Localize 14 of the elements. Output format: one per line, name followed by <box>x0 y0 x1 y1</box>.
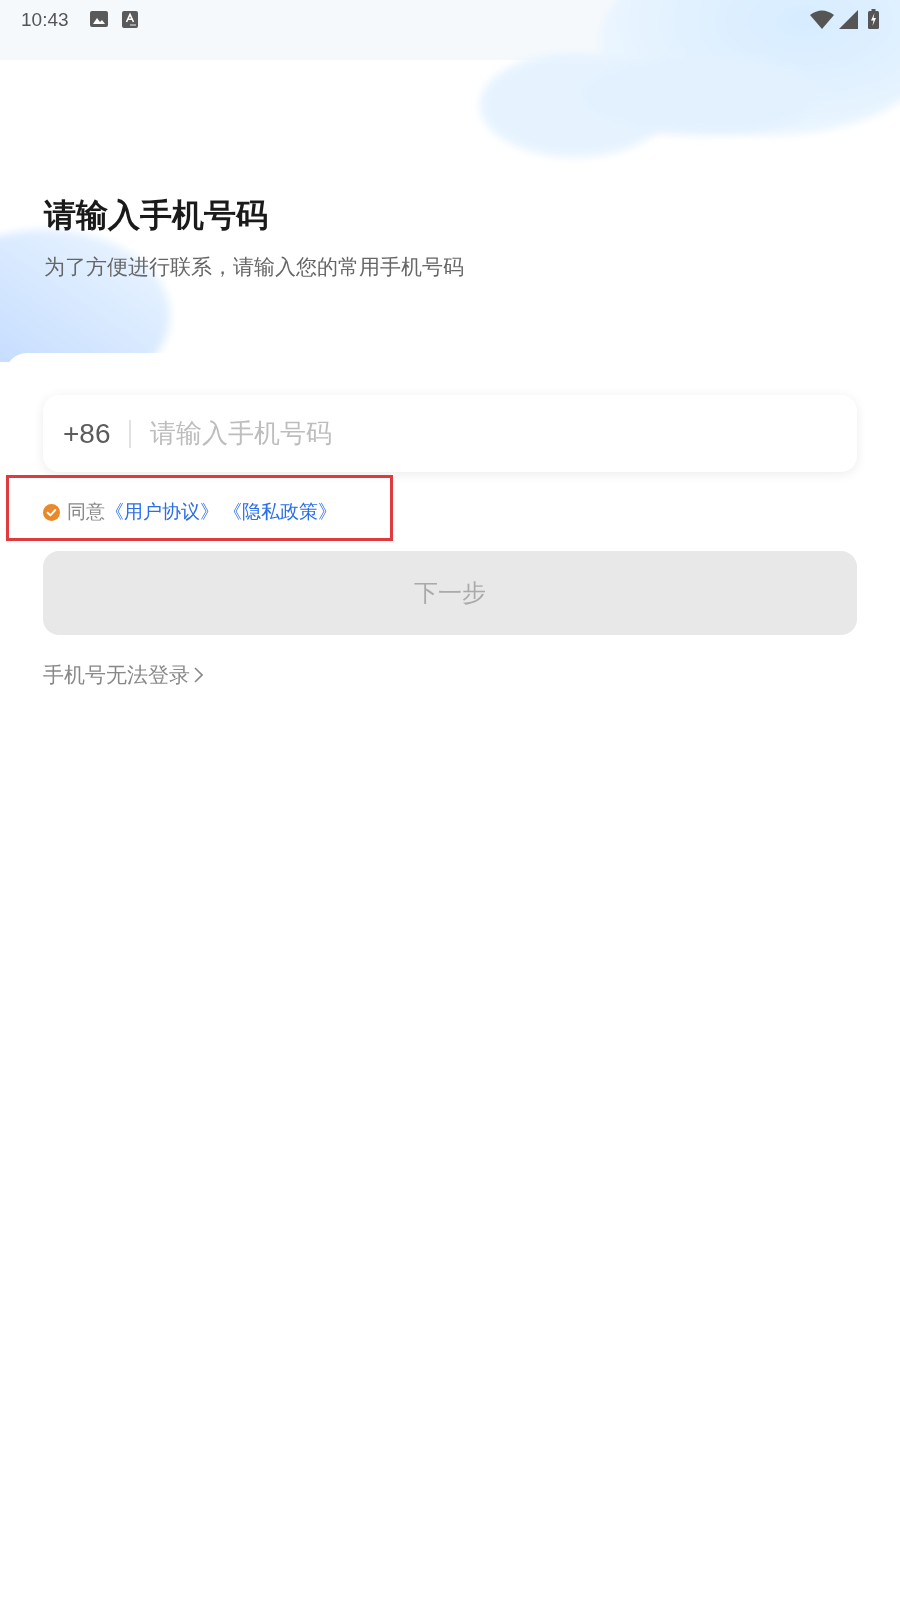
page-title: 请输入手机号码 <box>44 196 269 235</box>
agree-label: 同意 <box>67 500 105 524</box>
page-subtitle: 为了方便进行联系，请输入您的常用手机号码 <box>44 254 465 280</box>
agreement-link[interactable]: 《用户协议》 <box>105 500 219 524</box>
signal-icon <box>839 9 858 29</box>
chevron-right-icon <box>194 667 203 683</box>
phone-input-field[interactable]: +86 请输入手机号码 <box>43 395 857 472</box>
agreement-link[interactable]: 《隐私政策》 <box>223 500 337 524</box>
country-code-label[interactable]: +86 <box>63 416 111 451</box>
help-link[interactable]: 手机号无法登录 <box>43 661 203 689</box>
battery-charging-icon <box>868 9 879 29</box>
wifi-icon <box>810 9 834 29</box>
check-circle-icon[interactable] <box>43 503 60 521</box>
status-time: 10:43 <box>21 9 69 29</box>
